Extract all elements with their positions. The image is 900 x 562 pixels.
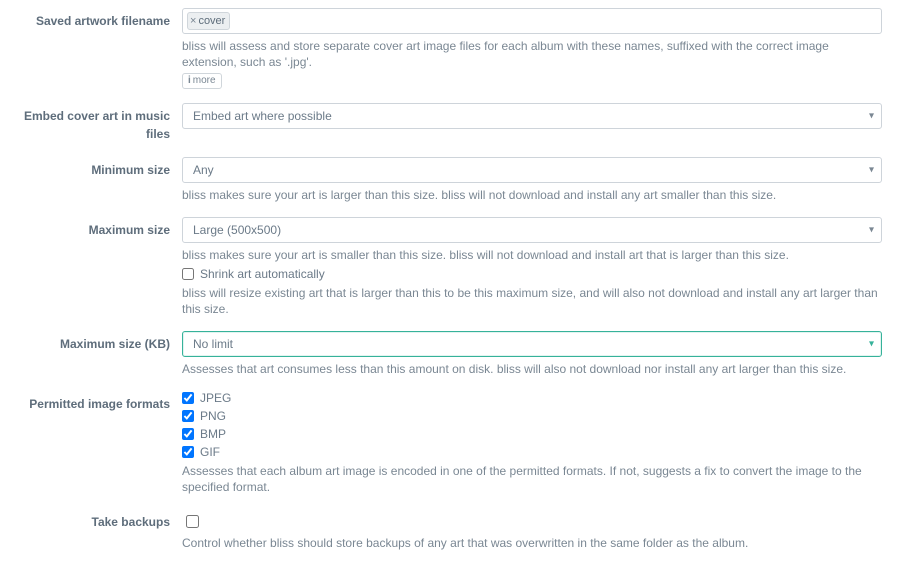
label-backups: Take backups [18, 509, 182, 531]
min-size-select-wrap: Any [182, 157, 882, 183]
row-max-kb: Maximum size (KB) No limit Assesses that… [18, 331, 882, 377]
help-min-size: bliss makes sure your art is larger than… [182, 187, 882, 203]
format-checkbox-bmp[interactable] [182, 428, 194, 440]
max-size-select[interactable]: Large (500x500) [182, 217, 882, 243]
close-icon[interactable]: × [190, 15, 196, 27]
embed-select-wrap: Embed art where possible [182, 103, 882, 129]
help-saved-filename: bliss will assess and store separate cov… [182, 38, 882, 70]
help-backups: Control whether bliss should store backu… [182, 535, 882, 551]
format-row-jpeg: JPEG [182, 391, 882, 405]
more-label: more [193, 75, 216, 86]
shrink-checkbox[interactable] [182, 268, 194, 280]
filename-token[interactable]: × cover [187, 12, 230, 30]
format-row-gif: GIF [182, 445, 882, 459]
label-saved-filename: Saved artwork filename [18, 8, 182, 30]
label-formats: Permitted image formats [18, 391, 182, 413]
label-max-size: Maximum size [18, 217, 182, 239]
row-embed: Embed cover art in music files Embed art… [18, 103, 882, 143]
filename-token-text: cover [198, 15, 225, 27]
cover-art-settings-form: Saved artwork filename × cover bliss wil… [0, 0, 900, 562]
row-saved-filename: Saved artwork filename × cover bliss wil… [18, 8, 882, 89]
format-label-gif: GIF [200, 445, 220, 459]
info-icon: i [188, 75, 191, 86]
help-shrink: bliss will resize existing art that is l… [182, 285, 882, 317]
format-label-png: PNG [200, 409, 226, 423]
max-kb-select[interactable]: No limit [182, 331, 882, 357]
backups-chk-wrap [182, 509, 882, 531]
saved-filename-input[interactable]: × cover [182, 8, 882, 34]
max-size-select-wrap: Large (500x500) [182, 217, 882, 243]
format-checkbox-gif[interactable] [182, 446, 194, 458]
max-kb-select-wrap: No limit [182, 331, 882, 357]
help-max-kb: Assesses that art consumes less than thi… [182, 361, 882, 377]
shrink-label: Shrink art automatically [200, 267, 325, 281]
row-backups: Take backups Control whether bliss shoul… [18, 509, 882, 551]
row-formats: Permitted image formats JPEG PNG BMP GIF… [18, 391, 882, 495]
help-max-size: bliss makes sure your art is smaller tha… [182, 247, 882, 263]
row-min-size: Minimum size Any bliss makes sure your a… [18, 157, 882, 203]
embed-select[interactable]: Embed art where possible [182, 103, 882, 129]
format-row-bmp: BMP [182, 427, 882, 441]
format-row-png: PNG [182, 409, 882, 423]
backups-checkbox[interactable] [186, 515, 199, 528]
row-max-size: Maximum size Large (500x500) bliss makes… [18, 217, 882, 317]
format-checkbox-png[interactable] [182, 410, 194, 422]
min-size-select[interactable]: Any [182, 157, 882, 183]
format-checkbox-jpeg[interactable] [182, 392, 194, 404]
shrink-row: Shrink art automatically [182, 267, 882, 281]
label-embed: Embed cover art in music files [18, 103, 182, 143]
label-min-size: Minimum size [18, 157, 182, 179]
more-button[interactable]: imore [182, 73, 222, 89]
format-label-jpeg: JPEG [200, 391, 231, 405]
format-label-bmp: BMP [200, 427, 226, 441]
help-formats: Assesses that each album art image is en… [182, 463, 882, 495]
label-max-kb: Maximum size (KB) [18, 331, 182, 353]
